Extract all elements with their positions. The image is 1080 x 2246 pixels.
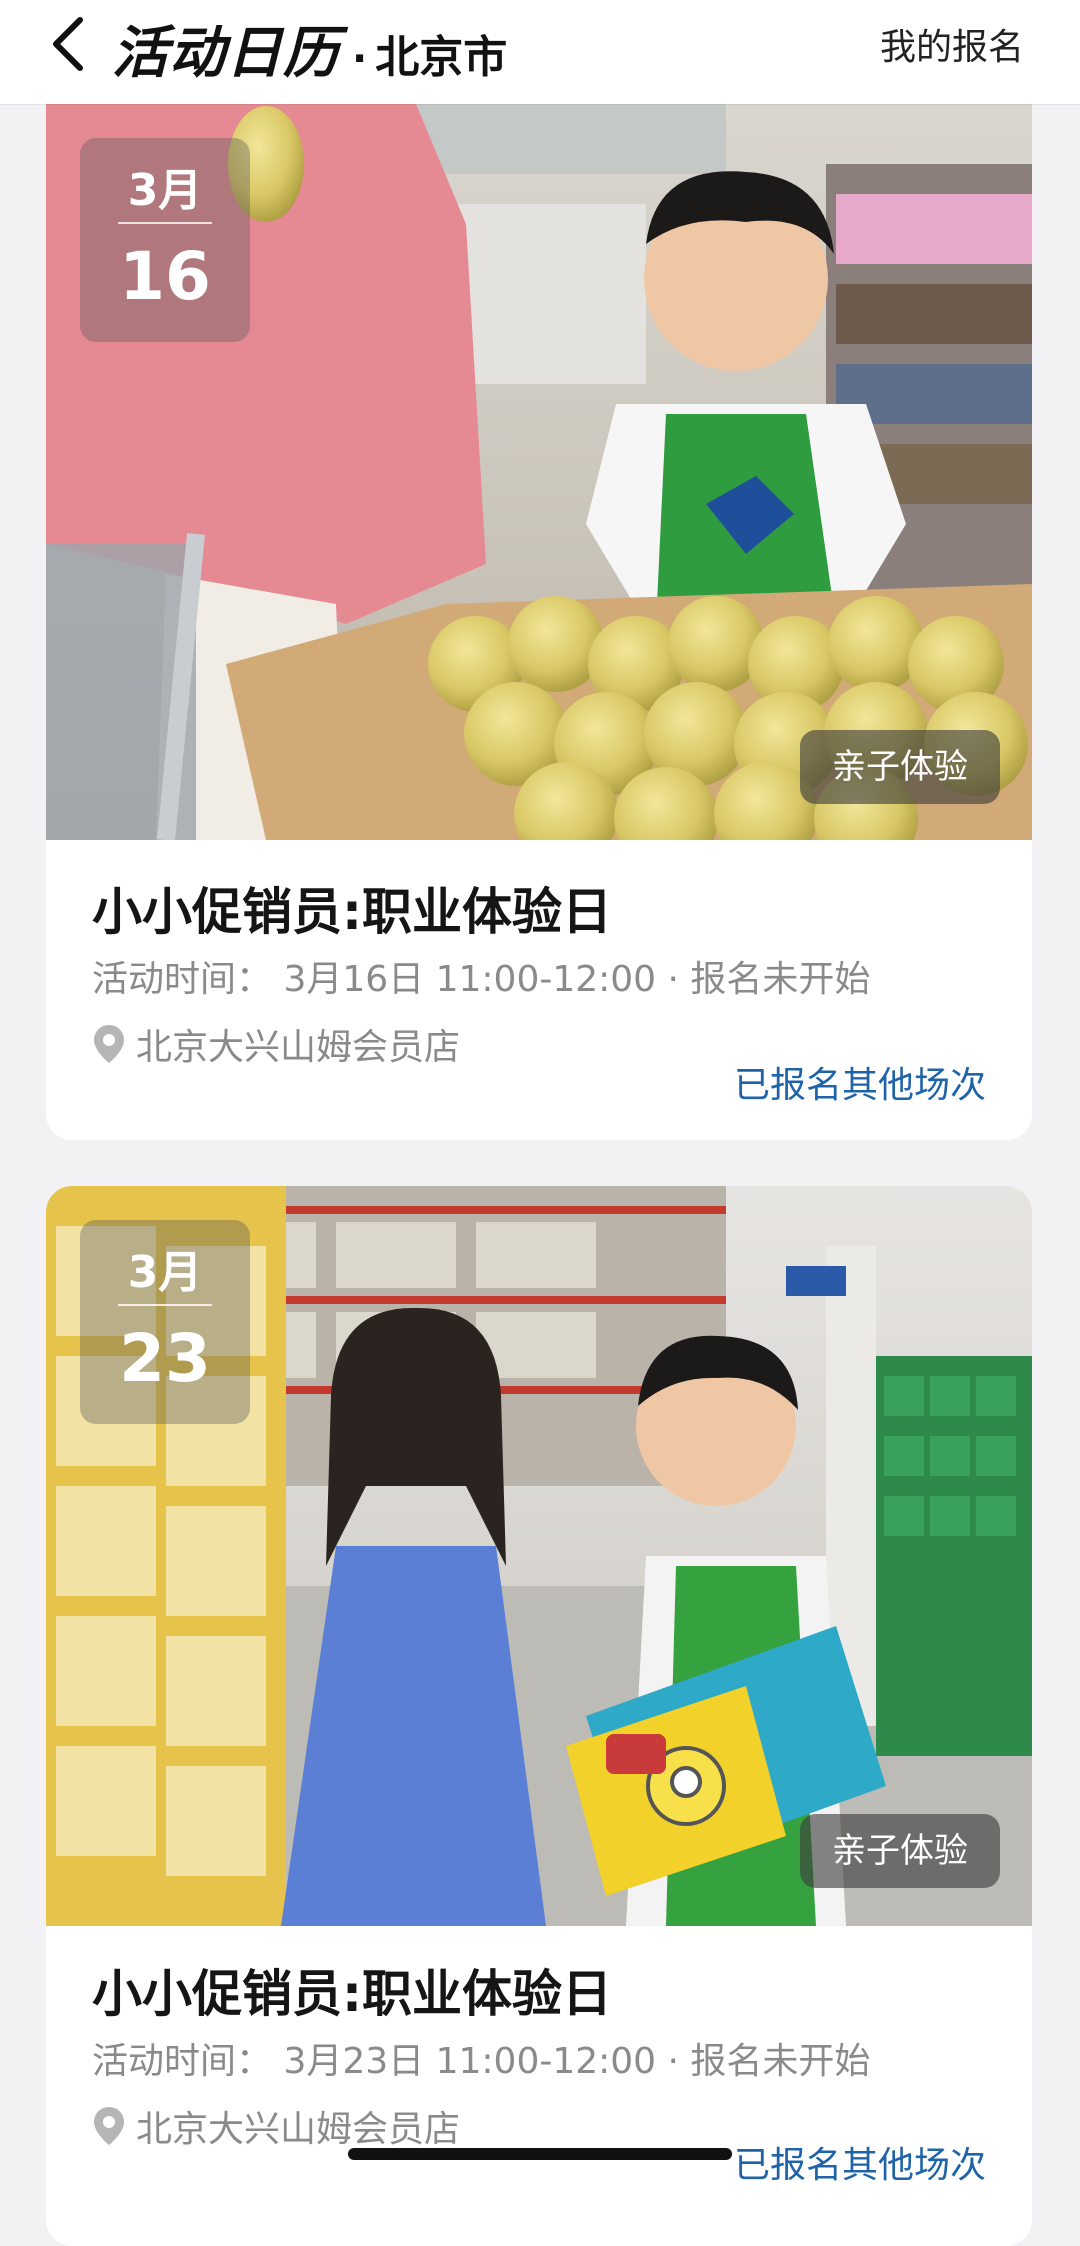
- event-time: 活动时间： 3月16日 11:00-12:00 · 报名未开始: [92, 959, 871, 1000]
- category-tag: 亲子体验: [800, 730, 1000, 804]
- location-pin-icon: [94, 2107, 124, 2145]
- my-signup-button[interactable]: 我的报名: [880, 18, 1024, 70]
- event-photo: 3月 16 亲子体验: [46, 104, 1032, 840]
- page-title-text: 活动日历: [112, 21, 340, 86]
- page-title: 活动日历 · 北京市: [112, 8, 507, 89]
- date-badge-divider: [118, 222, 212, 224]
- date-badge: 3月 23: [80, 1220, 250, 1424]
- event-location-text: 北京大兴山姆会员店: [136, 1027, 461, 1068]
- event-location: 北京大兴山姆会员店: [92, 1018, 460, 1070]
- date-badge-month: 3月: [127, 165, 203, 216]
- location-pin-icon: [94, 1025, 124, 1063]
- date-badge-month: 3月: [127, 1247, 203, 1298]
- event-location-text: 北京大兴山姆会员店: [136, 2109, 461, 2150]
- event-time: 活动时间： 3月23日 11:00-12:00 · 报名未开始: [92, 2041, 871, 2082]
- date-badge-day: 16: [119, 238, 211, 315]
- event-photo: 3月 23 亲子体验: [46, 1186, 1032, 1926]
- top-nav-bar: 活动日历 · 北京市 我的报名: [0, 0, 1080, 104]
- event-title: 小小促销员:职业体验日: [92, 883, 612, 941]
- event-location: 北京大兴山姆会员店: [92, 2100, 460, 2152]
- title-separator: ·: [352, 36, 368, 82]
- event-card[interactable]: 3月 16 亲子体验 小小促销员:职业体验日 活动时间： 3月16日 11:00…: [46, 104, 1032, 1140]
- other-sessions-link[interactable]: 已报名其他场次: [734, 1056, 986, 1108]
- event-card[interactable]: 3月 23 亲子体验 小小促销员:职业体验日 活动时间： 3月23日 11:00…: [46, 1186, 1032, 2246]
- city-selector[interactable]: 北京市: [375, 21, 507, 85]
- date-badge-divider: [118, 1304, 212, 1306]
- category-tag: 亲子体验: [800, 1814, 1000, 1888]
- date-badge-day: 23: [119, 1320, 211, 1397]
- back-chevron-icon[interactable]: [44, 14, 94, 74]
- home-indicator[interactable]: [348, 2148, 732, 2160]
- event-title: 小小促销员:职业体验日: [92, 1965, 612, 2023]
- other-sessions-link[interactable]: 已报名其他场次: [734, 2136, 986, 2188]
- date-badge: 3月 16: [80, 138, 250, 342]
